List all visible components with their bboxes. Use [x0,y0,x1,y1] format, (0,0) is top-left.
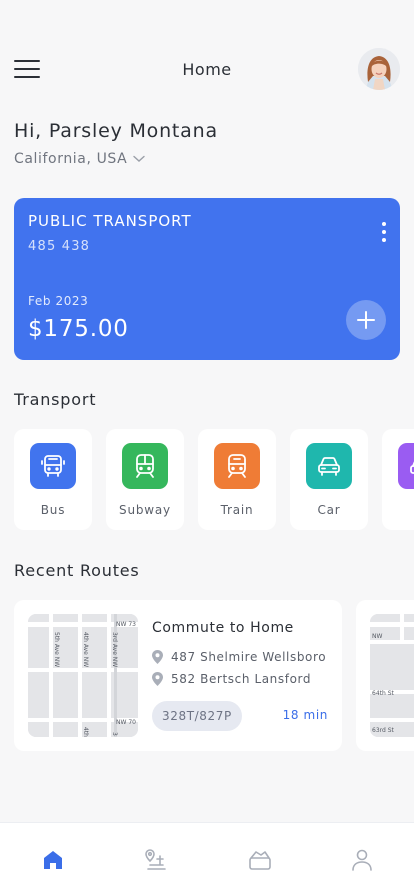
street-label: 64th St [372,690,395,697]
street-label: 63rd St [372,727,395,734]
bottom-navigation [0,822,414,896]
street-label: NW 70 [116,719,136,726]
transport-list: Bus Subway Train Car T [14,429,414,531]
street-label: 4th [82,727,89,737]
car-icon [306,443,352,489]
transport-item-car[interactable]: Car [290,429,368,530]
route-map: 5th Ave NW 4th Ave NW 3rd Ave NW NW 73 N… [28,614,138,737]
location-selector[interactable]: California, USA [14,151,146,167]
bus-icon [30,443,76,489]
route-icon [145,849,166,870]
train-icon [214,443,260,489]
card-title: PUBLIC TRANSPORT [28,212,192,230]
profile-icon [352,849,372,871]
route-card[interactable]: 5th Ave NW 4th Ave NW 3rd Ave NW NW 73 N… [14,600,342,751]
card-balance: $175.00 [28,316,129,342]
transport-label: Car [317,503,341,517]
location-pin-icon [152,672,163,686]
greeting-text: Hi, Parsley Montana [14,120,218,142]
page-title: Home [182,60,232,79]
nav-profile[interactable] [345,843,379,877]
route-destination-address: 582 Bertsch Lansford [171,672,312,686]
transport-item-subway[interactable]: Subway [106,429,184,530]
route-duration: 18 min [282,708,328,722]
street-label: NW [372,633,382,640]
transport-label: Bus [40,503,66,517]
route-destination: 582 Bertsch Lansford [152,672,311,686]
street-label: 3 [111,732,118,736]
add-funds-button[interactable] [346,300,386,340]
nav-home[interactable] [36,843,70,877]
location-pin-icon [152,650,163,664]
route-origin-address: 487 Shelmire Wellsboro [171,650,327,664]
location-label: California, USA [14,151,128,167]
route-card-partial[interactable]: NW 64th St 63rd St [356,600,414,751]
transport-label: T [382,503,414,517]
transport-item-taxi[interactable]: T [382,429,414,530]
subway-icon [122,443,168,489]
route-code-badge: 328T/827P [152,701,242,731]
top-bar: Home [0,48,414,92]
transport-item-bus[interactable]: Bus [14,429,92,530]
transport-label: Subway [119,503,171,517]
nav-wallet[interactable] [243,843,277,877]
recent-routes-title: Recent Routes [14,561,140,580]
nav-routes[interactable] [139,843,173,877]
user-photo-icon [358,48,400,90]
street-label: NW 73 [116,621,136,628]
home-icon [44,851,62,869]
transport-item-train[interactable]: Train [198,429,276,530]
route-name: Commute to Home [152,620,294,636]
route-origin: 487 Shelmire Wellsboro [152,650,326,664]
more-vertical-icon[interactable] [378,222,390,244]
routes-list: 5th Ave NW 4th Ave NW 3rd Ave NW NW 73 N… [14,600,414,752]
card-number: 485 438 [28,239,91,254]
transport-label: Train [220,503,254,517]
chevron-down-icon [133,155,146,162]
transport-section-title: Transport [14,390,97,409]
street-label: 5th Ave NW [53,632,60,667]
street-label: 4th Ave NW [82,632,89,667]
card-date: Feb 2023 [28,294,89,308]
route-map: NW 64th St 63rd St [370,614,414,737]
street-label: 3rd Ave NW [111,632,118,667]
wallet-icon [249,851,271,870]
transport-card[interactable]: PUBLIC TRANSPORT 485 438 Feb 2023 $175.0… [14,198,400,360]
taxi-icon [398,443,414,489]
avatar[interactable] [358,48,400,90]
